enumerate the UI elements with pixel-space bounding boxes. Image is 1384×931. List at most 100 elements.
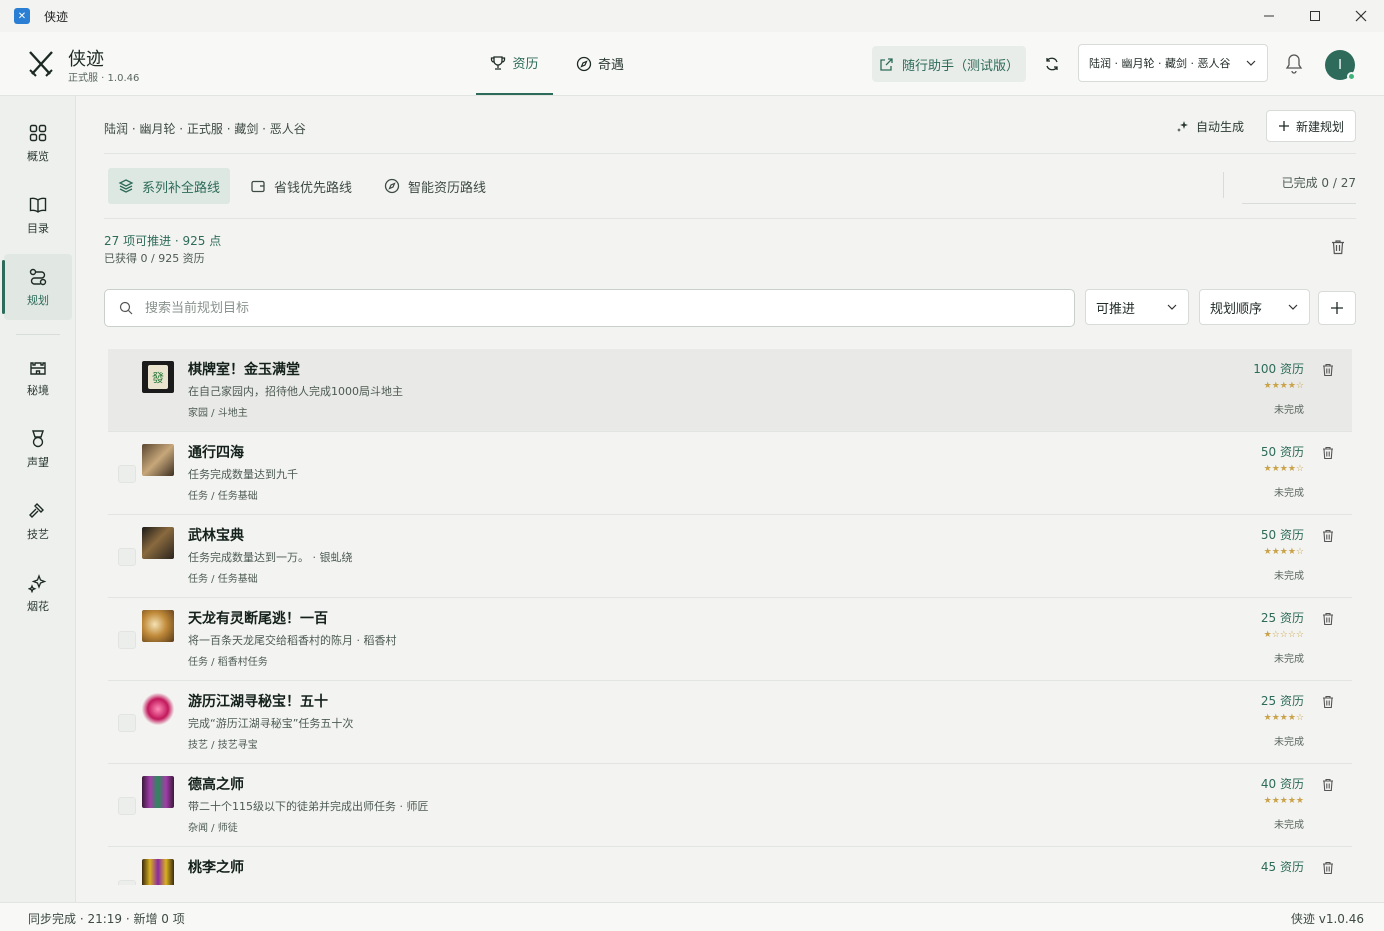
trash-icon[interactable] <box>1331 239 1345 255</box>
sidebar-item-dungeon[interactable]: 秘境 <box>4 344 72 410</box>
achievement-stars: ★☆☆☆☆ <box>1263 630 1304 640</box>
avatar[interactable]: I <box>1325 50 1356 81</box>
window-title: 侠迹 <box>44 9 69 24</box>
tab-qiyu[interactable]: 奇遇 <box>576 32 624 95</box>
sync-button[interactable] <box>1040 52 1064 76</box>
achievement-desc: 任务完成数量达到一万。 · 银虬绕 <box>188 551 353 564</box>
search-input[interactable] <box>145 300 1045 316</box>
sidebar-item-craft[interactable]: 技艺 <box>4 488 72 554</box>
order-select[interactable]: 规划顺序 <box>1199 289 1310 325</box>
achievement-state: 未完成 <box>1274 654 1304 665</box>
sparkle-icon <box>28 573 47 593</box>
trash-icon[interactable] <box>1322 363 1334 377</box>
auto-generate-label: 自动生成 <box>1196 120 1245 134</box>
achievement-state: 未完成 <box>1274 488 1304 499</box>
route-tab-label: 智能资历路线 <box>408 180 487 196</box>
assistant-button[interactable]: 随行助手（测试版） <box>872 46 1026 82</box>
trash-icon[interactable] <box>1322 695 1334 709</box>
row-checkbox[interactable] <box>118 797 136 815</box>
disciples-icon <box>142 776 174 808</box>
close-button[interactable] <box>1338 0 1384 32</box>
list-item[interactable]: 德高之师 带二十个115级以下的徒弟并完成出师任务 · 师匠 杂闻 / 师徒 4… <box>108 764 1352 847</box>
list-item[interactable]: 武林宝典 任务完成数量达到一万。 · 银虬绕 任务 / 任务基础 50 资历 ★… <box>108 515 1352 598</box>
search-field[interactable] <box>104 289 1075 327</box>
achievement-points: 40 资历 <box>1260 777 1304 791</box>
book-icon <box>29 197 47 213</box>
role-select-value: 陆润 · 幽月轮 · 藏剑 · 恶人谷 <box>1089 57 1231 70</box>
tab-route-series[interactable]: 系列补全路线 <box>108 168 231 204</box>
trash-icon[interactable] <box>1322 529 1334 543</box>
achievement-name: 武林宝典 <box>188 528 244 544</box>
tab-route-smart[interactable]: 智能资历路线 <box>374 168 496 204</box>
achievement-category: 任务 / 任务基础 <box>188 491 258 502</box>
trash-icon[interactable] <box>1322 446 1334 460</box>
list-item[interactable]: 游历江湖寻秘宝！五十 完成“游历江湖寻秘宝”任务五十次 技艺 / 技艺寻宝 25… <box>108 681 1352 764</box>
row-checkbox[interactable] <box>118 465 136 483</box>
sync-status: 同步完成 · 21:19 · 新增 0 项 <box>28 912 185 926</box>
achievement-desc: 带二十个115级以下的徒弟并完成出师任务 · 师匠 <box>188 800 429 813</box>
brand-name: 侠迹 <box>68 49 104 70</box>
list-item[interactable]: 通行四海 任务完成数量达到九千 任务 / 任务基础 50 资历 ★★★★☆ 未完… <box>108 432 1352 515</box>
tab-route-budget[interactable]: 省钱优先路线 <box>240 168 362 204</box>
tab-zili[interactable]: 资历 <box>476 32 553 95</box>
sidebar-item-fireworks[interactable]: 烟花 <box>4 560 72 626</box>
minimize-button[interactable] <box>1246 0 1292 32</box>
status-bar: 同步完成 · 21:19 · 新增 0 项 侠迹 v1.0.46 <box>0 902 1384 931</box>
tab-zili-label: 资历 <box>512 57 539 72</box>
trash-icon[interactable] <box>1322 778 1334 792</box>
achievement-category: 任务 / 稻香村任务 <box>188 657 268 668</box>
new-plan-label: 新建规划 <box>1295 119 1344 134</box>
achievement-category: 任务 / 任务基础 <box>188 574 258 585</box>
achievement-name: 天龙有灵断尾逃！一百 <box>188 611 328 627</box>
tab-qiyu-label: 奇遇 <box>598 58 625 73</box>
status-filter-value: 可推进 <box>1096 301 1136 317</box>
brand-version: 正式服 · 1.0.46 <box>68 73 140 84</box>
new-plan-button[interactable]: 新建规划 <box>1266 110 1356 142</box>
disciples-icon <box>142 859 174 885</box>
trash-icon[interactable] <box>1322 612 1334 626</box>
list-item[interactable]: 天龙有灵断尾逃！一百 将一百条天龙尾交给稻香村的陈月 · 稻香村 任务 / 稻香… <box>108 598 1352 681</box>
achievement-stars: ★★★★☆ <box>1263 713 1304 723</box>
achievement-state: 未完成 <box>1274 405 1304 416</box>
sidebar-item-plan[interactable]: 规划 <box>2 254 72 320</box>
status-filter-select[interactable]: 可推进 <box>1085 289 1189 325</box>
row-checkbox[interactable] <box>118 631 136 649</box>
plan-summary: 27 项可推进 · 925 点 <box>104 234 222 248</box>
bell-icon[interactable] <box>1284 52 1304 76</box>
trash-icon[interactable] <box>1322 861 1334 875</box>
sidebar-divider <box>16 334 60 335</box>
list-item[interactable]: 發 棋牌室！金玉满堂 在自己家园内，招待他人完成1000局斗地主 家园 / 斗地… <box>108 349 1352 432</box>
add-target-button[interactable] <box>1318 291 1356 325</box>
chevron-down-icon <box>1167 304 1177 310</box>
assistant-label: 随行助手（测试版） <box>901 58 1019 74</box>
achievement-stars: ★★★★☆ <box>1263 464 1304 474</box>
divider <box>104 218 1356 219</box>
chevron-down-icon <box>1246 60 1256 66</box>
achievement-category: 家园 / 斗地主 <box>188 408 248 419</box>
achievement-desc: 任务完成数量达到九千 <box>188 468 298 481</box>
main-panel: 陆润 · 幽月轮 · 正式服 · 藏剑 · 恶人谷 自动生成 新建规划 系列补全… <box>76 96 1384 902</box>
row-checkbox[interactable] <box>118 880 136 885</box>
plus-icon <box>1278 121 1289 131</box>
book-scroll-icon <box>142 527 174 559</box>
maximize-button[interactable] <box>1292 0 1338 32</box>
hammer-icon <box>29 502 44 518</box>
role-select[interactable]: 陆润 · 幽月轮 · 藏剑 · 恶人谷 <box>1078 44 1268 82</box>
row-checkbox[interactable] <box>118 714 136 732</box>
achievement-points: 25 资历 <box>1260 694 1304 708</box>
sidebar-item-reputation[interactable]: 声望 <box>4 416 72 482</box>
close-icon <box>1355 10 1367 22</box>
sidebar-item-catalog[interactable]: 目录 <box>4 182 72 248</box>
auto-generate-button[interactable]: 自动生成 <box>1176 118 1244 135</box>
row-checkbox[interactable] <box>118 548 136 566</box>
sidebar-item-label: 技艺 <box>27 527 49 541</box>
app-version: 侠迹 v1.0.46 <box>1290 912 1364 926</box>
order-value: 规划顺序 <box>1210 301 1263 317</box>
mahjong-icon: 發 <box>142 361 174 393</box>
achievement-desc: 在自己家园内，招待他人完成1000局斗地主 <box>188 385 403 398</box>
wallet-icon <box>251 180 265 193</box>
list-item[interactable]: 桃李之师 45 资历 <box>108 847 1352 885</box>
sidebar-item-overview[interactable]: 概览 <box>4 110 72 176</box>
achievement-points: 45 资历 <box>1260 860 1304 874</box>
achievement-stars: ★★★★☆ <box>1263 547 1304 557</box>
